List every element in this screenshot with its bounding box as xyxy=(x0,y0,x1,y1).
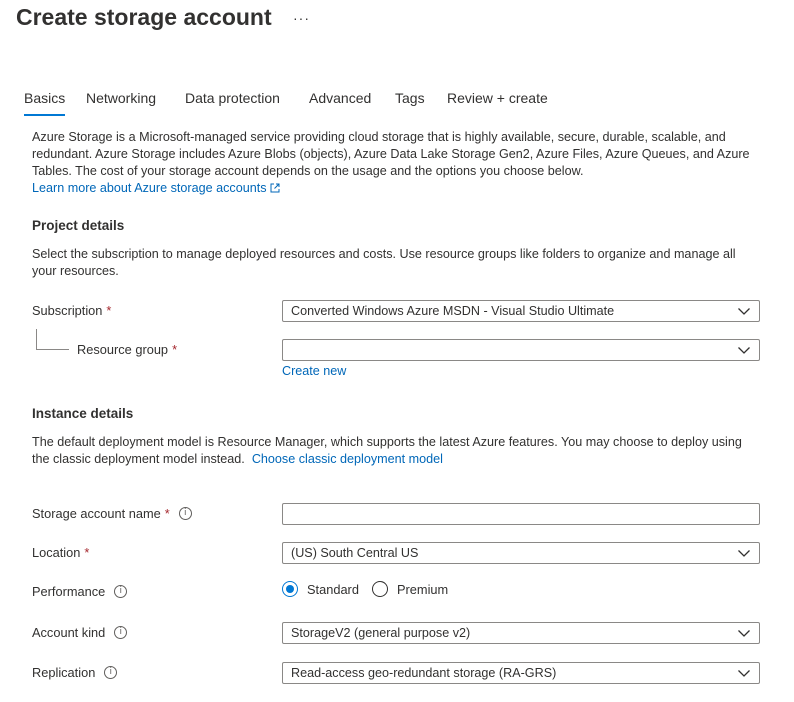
project-details-heading: Project details xyxy=(32,218,125,233)
replication-dropdown[interactable]: Read-access geo-redundant storage (RA-GR… xyxy=(282,662,760,684)
external-link-icon xyxy=(270,183,280,193)
intro-paragraph: Azure Storage is a Microsoft-managed ser… xyxy=(32,129,762,197)
required-marker: * xyxy=(172,342,178,357)
location-label: Location * xyxy=(32,545,89,560)
tab-advanced[interactable]: Advanced xyxy=(309,90,371,106)
tree-connector xyxy=(36,329,69,350)
account-kind-label-text: Account kind xyxy=(32,625,106,640)
chevron-down-icon xyxy=(738,550,750,557)
intro-text: Azure Storage is a Microsoft-managed ser… xyxy=(32,130,750,178)
create-new-link[interactable]: Create new xyxy=(282,364,346,378)
info-icon[interactable]: i xyxy=(104,666,118,679)
account-kind-dropdown[interactable]: StorageV2 (general purpose v2) xyxy=(282,622,760,644)
subscription-label-text: Subscription xyxy=(32,303,103,318)
performance-radio-group: Standard Premium xyxy=(282,581,582,599)
storage-account-name-label: Storage account name * i xyxy=(32,506,192,521)
tab-basics[interactable]: Basics xyxy=(24,90,66,116)
instance-details-desc: The default deployment model is Resource… xyxy=(32,434,762,468)
subscription-label: Subscription * xyxy=(32,303,111,318)
more-options-icon[interactable]: ··· xyxy=(293,10,310,26)
required-marker: * xyxy=(84,545,90,560)
subscription-value: Converted Windows Azure MSDN - Visual St… xyxy=(291,304,615,318)
info-icon[interactable]: i xyxy=(114,585,128,598)
resource-group-dropdown[interactable] xyxy=(282,339,760,361)
location-label-text: Location xyxy=(32,545,81,560)
replication-label-text: Replication xyxy=(32,665,96,680)
page-title: Create storage account xyxy=(16,4,272,30)
tab-data-protection[interactable]: Data protection xyxy=(185,90,280,106)
replication-label: Replication i xyxy=(32,665,118,680)
chevron-down-icon xyxy=(738,308,750,315)
required-marker: * xyxy=(106,303,112,318)
learn-more-link[interactable]: Learn more about Azure storage accounts xyxy=(32,181,280,195)
storage-account-name-input[interactable] xyxy=(282,503,760,525)
radio-unselected-icon[interactable] xyxy=(372,581,388,597)
chevron-down-icon xyxy=(738,347,750,354)
classic-deployment-link[interactable]: Choose classic deployment model xyxy=(252,452,443,466)
chevron-down-icon xyxy=(738,670,750,677)
tab-review-create[interactable]: Review + create xyxy=(447,90,548,106)
tab-tags[interactable]: Tags xyxy=(395,90,425,106)
info-icon[interactable]: i xyxy=(178,507,192,520)
required-marker: * xyxy=(164,506,170,521)
storage-account-name-label-text: Storage account name xyxy=(32,506,161,521)
location-dropdown[interactable]: (US) South Central US xyxy=(282,542,760,564)
performance-premium-radio[interactable]: Premium xyxy=(372,581,448,597)
tab-networking[interactable]: Networking xyxy=(86,90,156,106)
account-kind-label: Account kind i xyxy=(32,625,128,640)
premium-label: Premium xyxy=(397,581,449,597)
performance-label: Performance i xyxy=(32,584,128,599)
subscription-dropdown[interactable]: Converted Windows Azure MSDN - Visual St… xyxy=(282,300,760,322)
performance-standard-radio[interactable]: Standard xyxy=(282,581,359,597)
radio-selected-icon[interactable] xyxy=(282,581,298,597)
chevron-down-icon xyxy=(738,630,750,637)
resource-group-label: Resource group * xyxy=(77,342,177,357)
standard-label: Standard xyxy=(307,581,359,597)
info-icon[interactable]: i xyxy=(114,626,128,639)
resource-group-label-text: Resource group xyxy=(77,342,169,357)
instance-details-heading: Instance details xyxy=(32,406,134,421)
learn-more-link-text[interactable]: Learn more about Azure storage accounts xyxy=(32,181,267,195)
project-details-desc: Select the subscription to manage deploy… xyxy=(32,247,736,278)
performance-label-text: Performance xyxy=(32,584,106,599)
account-kind-value: StorageV2 (general purpose v2) xyxy=(291,626,471,640)
location-value: (US) South Central US xyxy=(291,546,419,560)
replication-value: Read-access geo-redundant storage (RA-GR… xyxy=(291,666,557,680)
